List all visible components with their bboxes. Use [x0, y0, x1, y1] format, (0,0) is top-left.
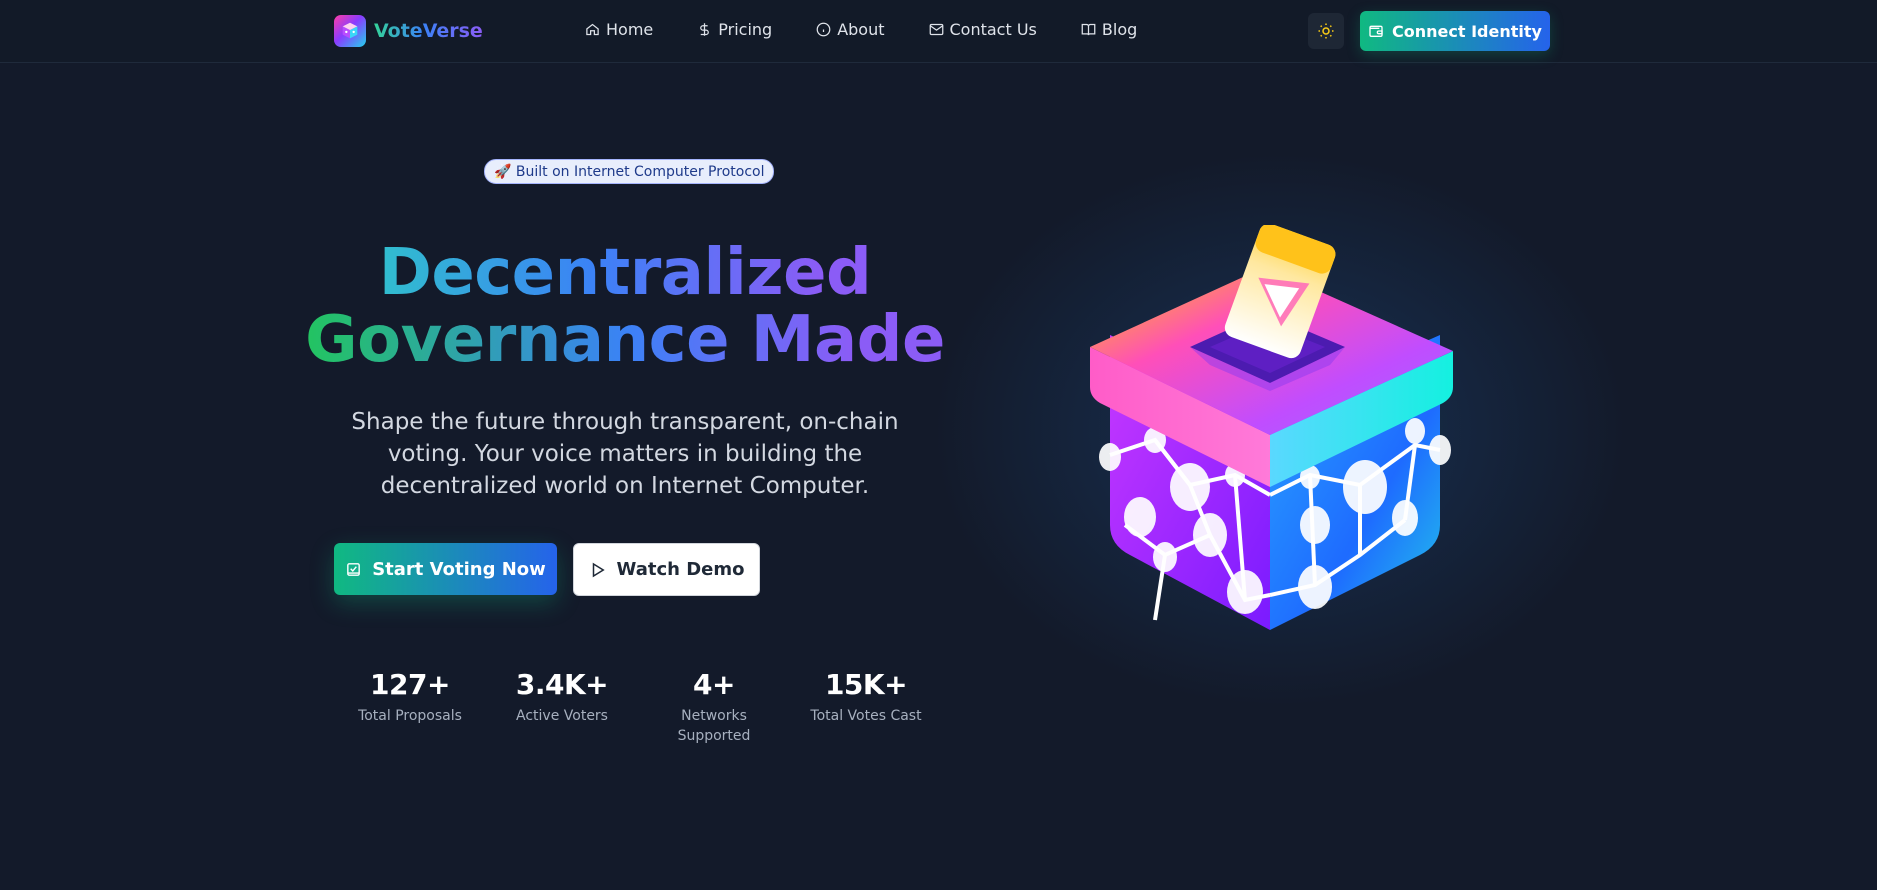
home-icon	[586, 23, 599, 36]
start-voting-label: Start Voting Now	[372, 558, 546, 580]
stat-networks-supported: 4+ Networks Supported	[638, 668, 790, 746]
cube-logo-icon	[334, 15, 366, 47]
nav-link-label: Pricing	[718, 20, 773, 39]
vote-icon	[347, 562, 361, 576]
brand-name: VoteVerse	[374, 20, 483, 42]
nav-link-label: About	[837, 20, 885, 39]
connect-identity-button[interactable]: Connect Identity	[1360, 11, 1550, 51]
protocol-badge: 🚀 Built on Internet Computer Protocol	[484, 159, 775, 184]
start-voting-button[interactable]: Start Voting Now	[334, 543, 557, 595]
stat-value: 4+	[693, 668, 735, 701]
nav-link-about[interactable]: About	[816, 20, 885, 39]
nav-links: Home Pricing About Contact Us Blog	[585, 20, 1181, 39]
stat-label: Networks Supported	[677, 708, 751, 744]
stats-row: 127+ Total Proposals 3.4K+ Active Voters…	[334, 668, 942, 746]
stat-active-voters: 3.4K+ Active Voters	[486, 668, 638, 746]
connect-identity-label: Connect Identity	[1392, 21, 1542, 41]
nav-link-contact[interactable]: Contact Us	[929, 20, 1037, 39]
stat-value: 127+	[370, 668, 450, 701]
stat-label: Active Voters	[516, 708, 608, 724]
wallet-icon	[1369, 25, 1383, 37]
stat-label: Total Votes Cast	[810, 708, 922, 724]
watch-demo-button[interactable]: Watch Demo	[573, 543, 760, 596]
stat-total-votes: 15K+ Total Votes Cast	[790, 668, 942, 746]
mail-icon	[929, 23, 943, 36]
nav-link-pricing[interactable]: Pricing	[697, 20, 772, 39]
ballot-box-illustration	[1090, 225, 1453, 630]
book-icon	[1081, 23, 1096, 36]
nav-link-label: Home	[606, 20, 654, 39]
theme-toggle-button[interactable]	[1308, 13, 1344, 49]
nav-link-label: Contact Us	[949, 20, 1037, 39]
stat-value: 3.4K+	[515, 668, 609, 701]
watch-demo-label: Watch Demo	[616, 559, 745, 580]
info-icon	[816, 22, 831, 37]
play-icon	[592, 562, 605, 577]
hero-headline: Decentralized Governance Made	[300, 240, 950, 373]
headline-line-2: Governance Made	[300, 306, 950, 374]
stat-value: 15K+	[824, 668, 908, 701]
sun-icon	[1318, 23, 1334, 39]
headline-line-1: Decentralized	[300, 240, 950, 307]
top-navbar: VoteVerse Home Pricing About Contact Us …	[0, 0, 1877, 63]
stat-label: Total Proposals	[358, 708, 462, 724]
nav-link-label: Blog	[1101, 20, 1138, 39]
stat-total-proposals: 127+ Total Proposals	[334, 668, 486, 746]
nav-link-home[interactable]: Home	[585, 20, 653, 39]
dollar-icon	[700, 23, 710, 36]
hero-subtitle: Shape the future through transparent, on…	[351, 409, 899, 500]
nav-link-blog[interactable]: Blog	[1081, 20, 1137, 39]
brand[interactable]: VoteVerse	[334, 15, 483, 47]
